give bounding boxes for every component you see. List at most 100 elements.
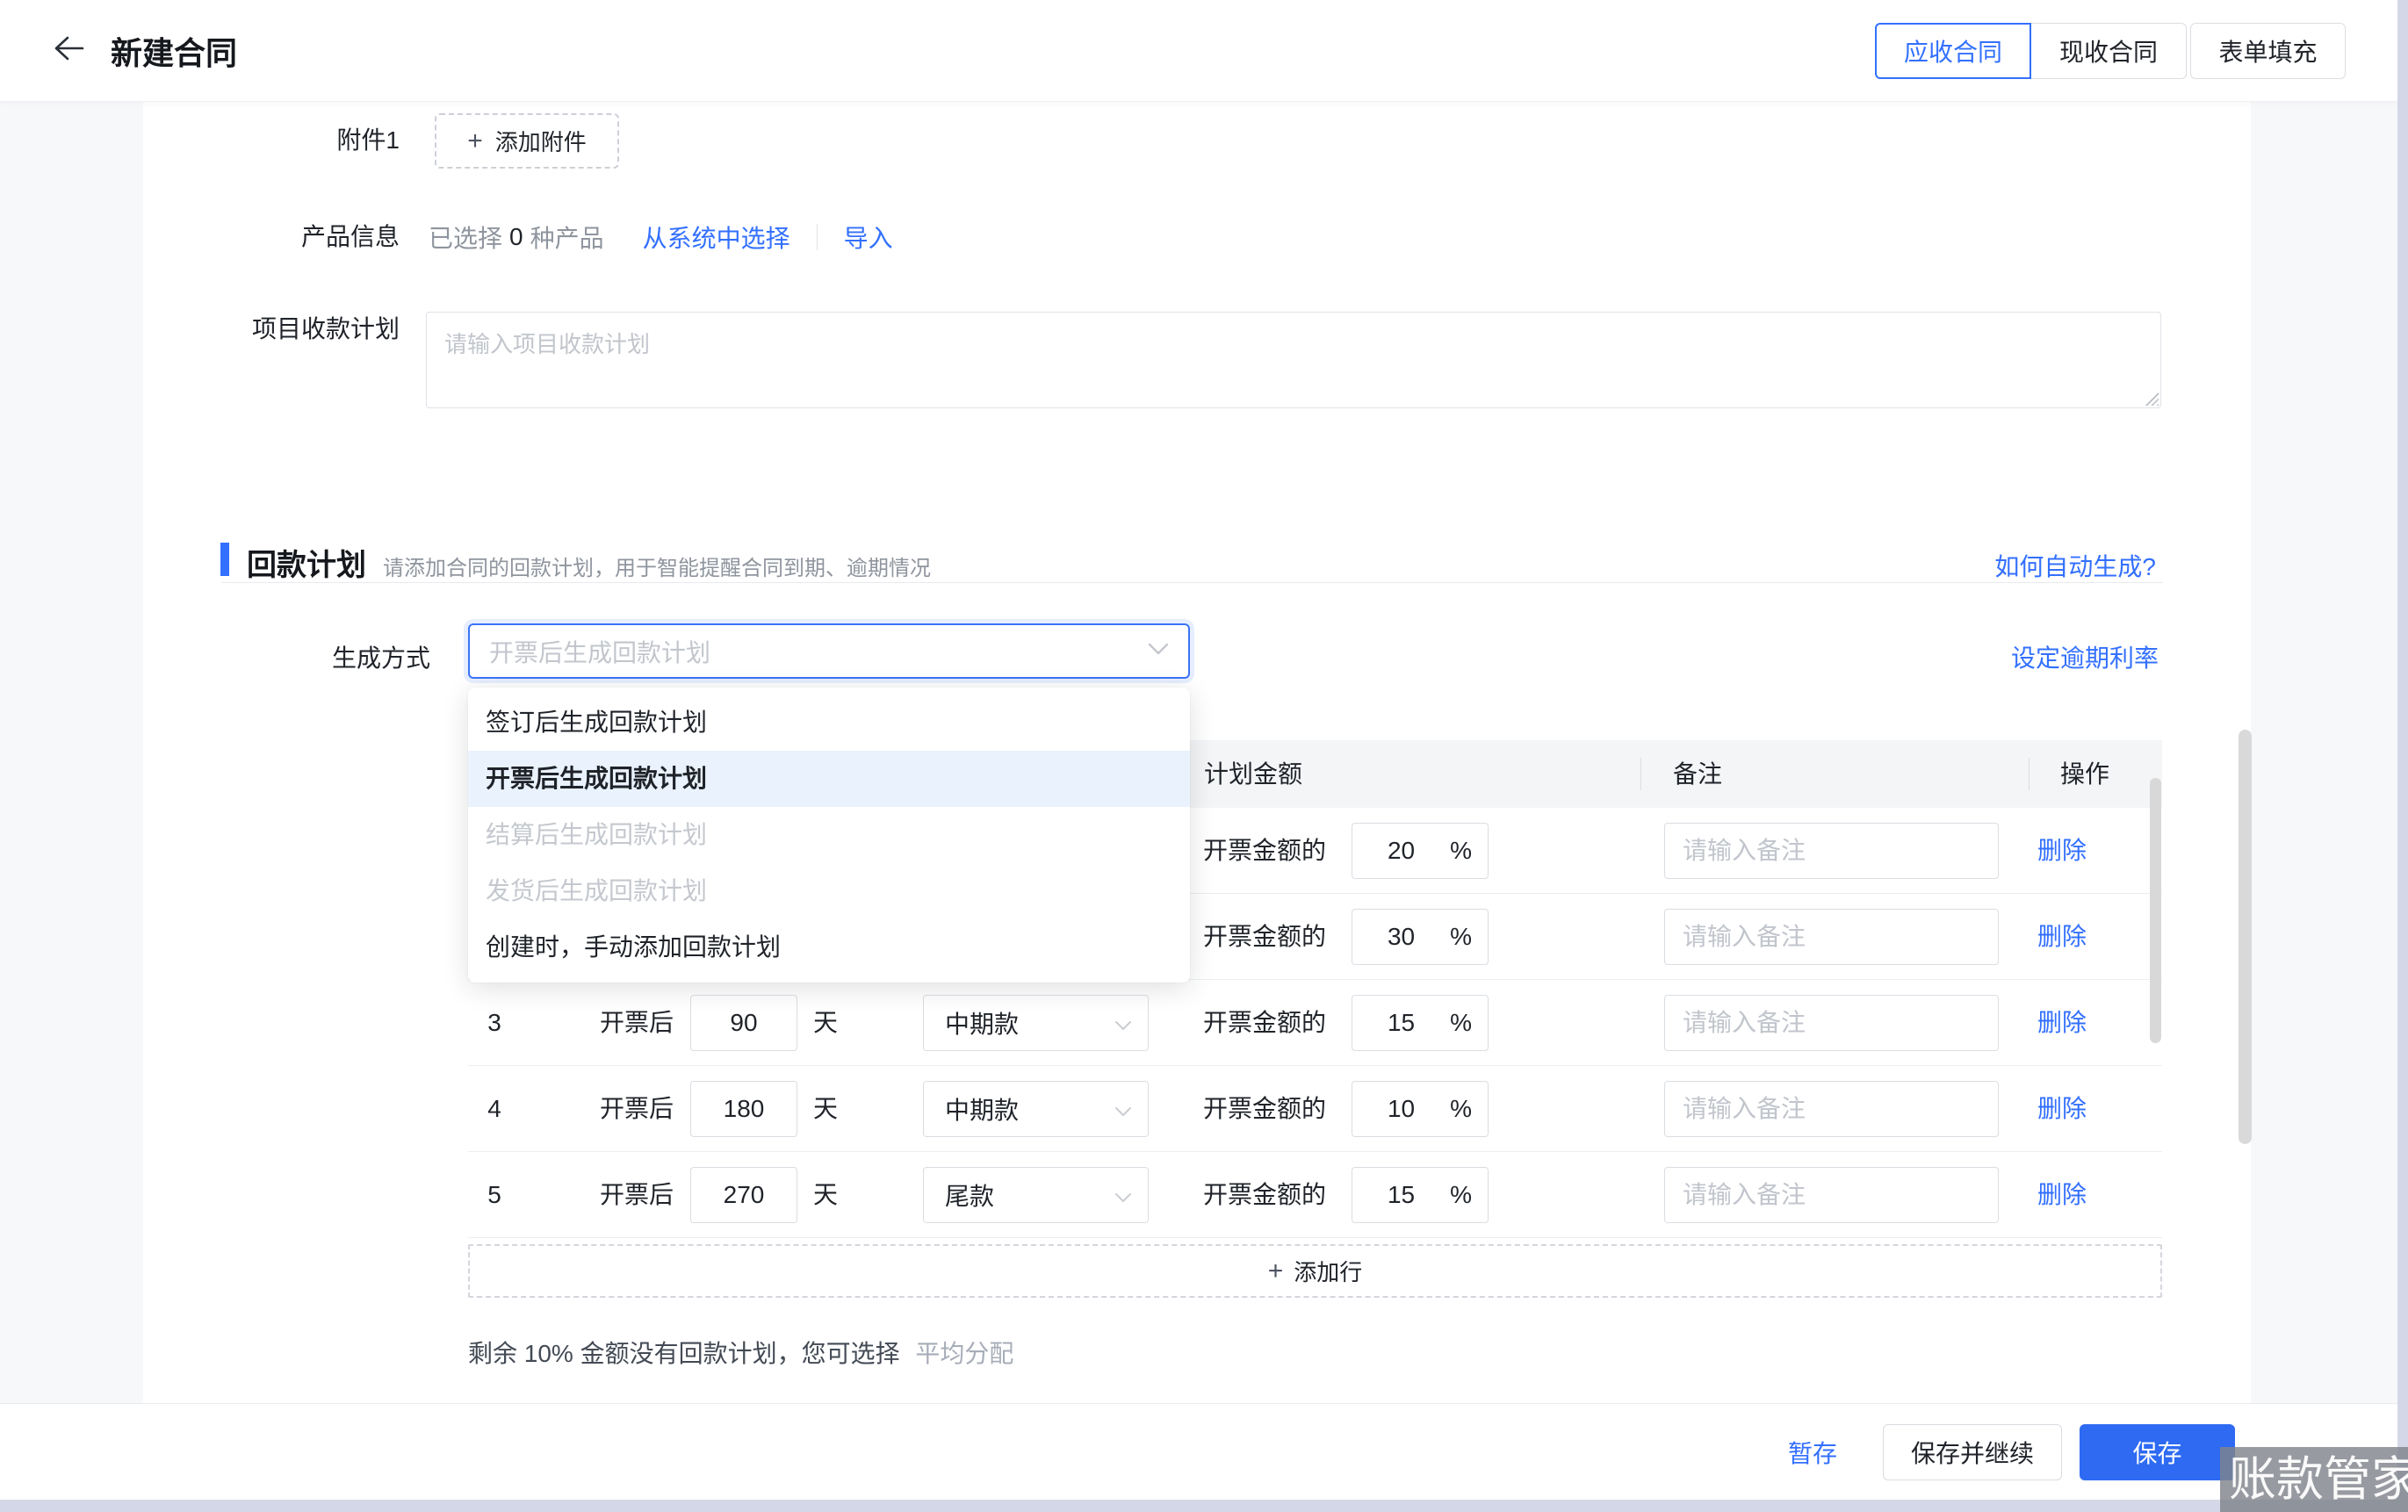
selected-count: 0: [509, 223, 523, 251]
footer-bar: 暂存 保存并继续 保存: [0, 1403, 2397, 1500]
note-field: [1664, 1081, 1999, 1137]
product-info-row: 已选择 0 种产品 从系统中选择 导入: [429, 225, 893, 249]
amount-prefix-label: 开票金额的: [1203, 1152, 1326, 1238]
table-row: 4 开票后 180 天 中期款 开票金额的 10 %: [468, 1066, 2162, 1152]
days-input[interactable]: 270: [690, 1167, 797, 1223]
delete-row-link[interactable]: 删除: [2037, 1152, 2087, 1238]
note-input[interactable]: [1665, 996, 1998, 1050]
percent-suffix: %: [1450, 1009, 1472, 1037]
back-button[interactable]: [49, 32, 88, 70]
add-row-button[interactable]: + 添加行: [468, 1244, 2162, 1298]
delete-row-link[interactable]: 删除: [2037, 894, 2087, 980]
remaining-notice: 剩余 10% 金额没有回款计划，您可选择 平均分配: [468, 1335, 1013, 1370]
contract-type-tabs: 应收合同 现收合同 表单填充: [1875, 23, 2346, 79]
chevron-down-icon: [1114, 1095, 1132, 1123]
save-button[interactable]: 保存: [2080, 1424, 2235, 1480]
day-unit-label: 天: [813, 1066, 838, 1152]
save-and-continue-button[interactable]: 保存并继续: [1883, 1424, 2062, 1480]
percent-value: 20: [1352, 837, 1450, 865]
row-index: 5: [468, 1152, 521, 1238]
dropdown-option-after-shipping: 发货后生成回款计划: [468, 863, 1190, 919]
percent-suffix: %: [1450, 837, 1472, 865]
watermark: 账款管家: [2220, 1447, 2408, 1512]
distribute-evenly-link[interactable]: 平均分配: [915, 1340, 1013, 1367]
project-plan-label: 项目收款计划: [143, 317, 400, 342]
plus-icon: +: [467, 128, 483, 155]
days-input[interactable]: 180: [690, 1081, 797, 1137]
payment-type-value: 中期款: [945, 1005, 1114, 1040]
note-input[interactable]: [1665, 1168, 1998, 1222]
remaining-text: 剩余 10% 金额没有回款计划，您可选择: [468, 1340, 900, 1367]
amount-prefix-label: 开票金额的: [1203, 808, 1326, 894]
add-attachment-button[interactable]: + 添加附件: [435, 113, 619, 169]
after-invoice-label: 开票后: [600, 1066, 674, 1152]
selected-suffix: 种产品: [530, 220, 604, 255]
percent-value: 15: [1352, 1181, 1450, 1209]
attachment-label: 附件1: [143, 128, 400, 153]
percent-suffix: %: [1450, 1181, 1472, 1209]
note-input[interactable]: [1665, 910, 1998, 964]
dropdown-option-after-invoicing[interactable]: 开票后生成回款计划: [468, 751, 1190, 807]
dropdown-option-after-settlement: 结算后生成回款计划: [468, 807, 1190, 863]
save-draft-link[interactable]: 暂存: [1788, 1435, 1837, 1470]
percent-value: 30: [1352, 923, 1450, 951]
chevron-down-icon: [1114, 1009, 1132, 1037]
tab-receivable-contract[interactable]: 应收合同: [1875, 23, 2031, 79]
percent-input[interactable]: 15 %: [1352, 1167, 1489, 1223]
add-row-label: 添加行: [1294, 1255, 1362, 1287]
note-field: [1664, 823, 1999, 879]
project-plan-field: [426, 312, 2161, 408]
day-unit-label: 天: [813, 980, 838, 1066]
import-link[interactable]: 导入: [844, 220, 893, 255]
section-description: 请添加合同的回款计划，用于智能提醒合同到期、逾期情况: [383, 551, 931, 581]
percent-input[interactable]: 30 %: [1352, 909, 1489, 965]
app-window: 新建合同 应收合同 现收合同 表单填充 附件1 + 添加附件 产品信息 已选择 …: [0, 0, 2397, 1500]
delete-row-link[interactable]: 删除: [2037, 1066, 2087, 1152]
page-scrollbar-thumb[interactable]: [2239, 730, 2252, 1144]
days-value: 180: [724, 1095, 765, 1123]
dropdown-option-after-signing[interactable]: 签订后生成回款计划: [468, 695, 1190, 751]
header-operation: 操作: [2060, 740, 2109, 808]
payment-type-select[interactable]: 尾款: [923, 1167, 1149, 1223]
note-input[interactable]: [1665, 1082, 1998, 1136]
note-field: [1664, 1167, 1999, 1223]
table-row: 3 开票后 90 天 中期款 开票金额的 15 %: [468, 980, 2162, 1066]
delete-row-link[interactable]: 删除: [2037, 980, 2087, 1066]
back-arrow-icon: [52, 34, 85, 67]
table-row: 5 开票后 270 天 尾款 开票金额的 15 %: [468, 1152, 2162, 1238]
note-field: [1664, 909, 1999, 965]
percent-input[interactable]: 15 %: [1352, 995, 1489, 1051]
delete-row-link[interactable]: 删除: [2037, 808, 2087, 894]
percent-input[interactable]: 20 %: [1352, 823, 1489, 879]
table-scrollbar-thumb[interactable]: [2150, 778, 2161, 1043]
tab-form-fill[interactable]: 表单填充: [2190, 23, 2346, 79]
project-plan-textarea[interactable]: [426, 312, 2161, 408]
generation-mode-select[interactable]: 开票后生成回款计划: [468, 623, 1190, 679]
generation-mode-dropdown: 签订后生成回款计划 开票后生成回款计划 结算后生成回款计划 发货后生成回款计划 …: [468, 688, 1190, 983]
tab-cash-contract[interactable]: 现收合同: [2031, 23, 2187, 79]
payment-type-select[interactable]: 中期款: [923, 995, 1149, 1051]
amount-prefix-label: 开票金额的: [1203, 1066, 1326, 1152]
row-index: 3: [468, 980, 521, 1066]
note-field: [1664, 995, 1999, 1051]
chevron-down-icon: [1148, 643, 1169, 659]
row-index: 4: [468, 1066, 521, 1152]
add-attachment-label: 添加附件: [495, 125, 587, 157]
percent-input[interactable]: 10 %: [1352, 1081, 1489, 1137]
payment-type-select[interactable]: 中期款: [923, 1081, 1149, 1137]
dropdown-option-manual[interactable]: 创建时，手动添加回款计划: [468, 919, 1190, 976]
header-note: 备注: [1673, 740, 1722, 808]
percent-suffix: %: [1450, 923, 1472, 951]
days-input[interactable]: 90: [690, 995, 797, 1051]
auto-generate-help-link[interactable]: 如何自动生成?: [1994, 548, 2156, 583]
choose-from-system-link[interactable]: 从系统中选择: [643, 220, 790, 255]
note-input[interactable]: [1665, 824, 1998, 878]
days-value: 90: [730, 1009, 757, 1037]
section-accent-bar: [220, 543, 229, 576]
main-area: 附件1 + 添加附件 产品信息 已选择 0 种产品 从系统中选择 导入 项目收款…: [0, 102, 2397, 1403]
top-bar: 新建合同 应收合同 现收合同 表单填充: [0, 0, 2397, 102]
set-overdue-rate-link[interactable]: 设定逾期利率: [2011, 639, 2159, 674]
header-plan-amount: 计划金额: [1204, 740, 1302, 808]
amount-prefix-label: 开票金额的: [1203, 894, 1326, 980]
day-unit-label: 天: [813, 1152, 838, 1238]
